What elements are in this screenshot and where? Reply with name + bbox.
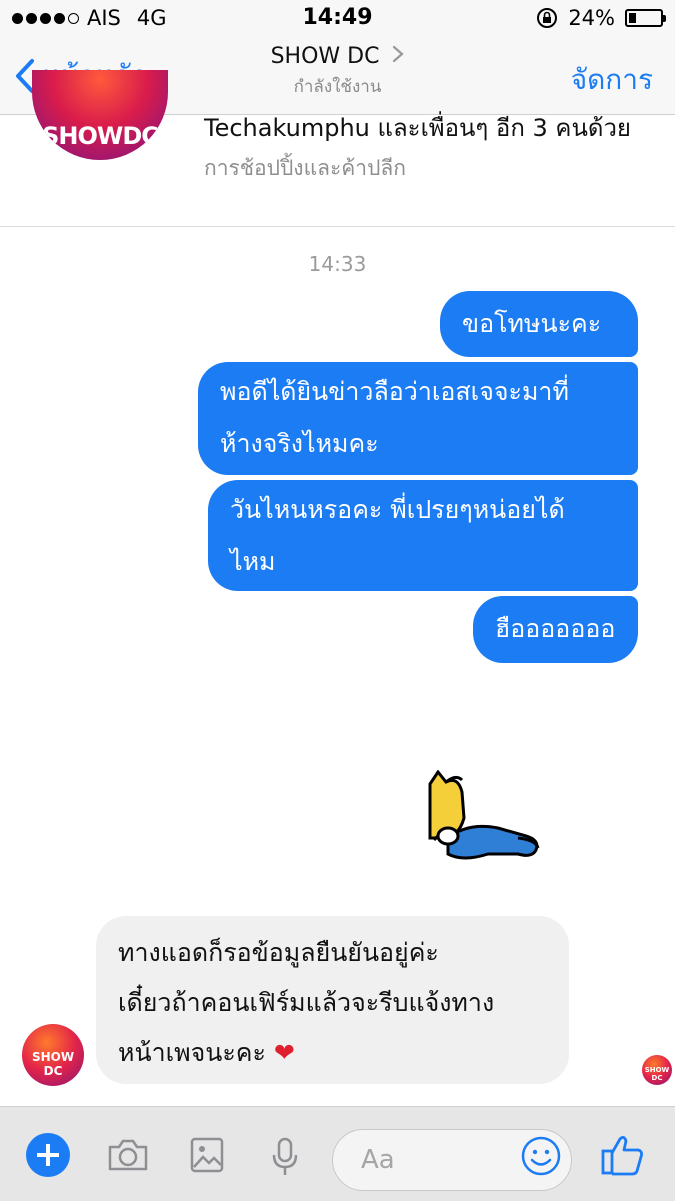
composer-bar — [0, 1106, 675, 1201]
thumbs-up-icon[interactable] — [600, 1133, 646, 1177]
camera-icon[interactable] — [106, 1137, 150, 1173]
page-logo-text: SHOWDC — [42, 122, 159, 150]
battery-percent: 24% — [568, 6, 615, 30]
outgoing-message[interactable]: ขอโทษนะคะ — [440, 291, 638, 357]
status-bar: AIS 4G 14:49 24% — [0, 0, 675, 38]
sticker-lying-character[interactable] — [428, 770, 548, 870]
outgoing-message[interactable]: วันไหนหรอคะ พี่เปรยๆหน่อยได้ ไหม — [208, 480, 638, 591]
outgoing-message[interactable]: ฮือออออออ — [473, 596, 638, 663]
message-input[interactable] — [359, 1144, 513, 1176]
battery-icon — [625, 9, 666, 27]
outgoing-message[interactable]: พอดีได้ยินข่าวลือว่าเอสเจจะมาที่ ห้างจริ… — [198, 362, 638, 475]
read-receipt-avatar: SHOW DC — [642, 1055, 672, 1085]
plus-icon[interactable] — [26, 1133, 70, 1177]
page-logo[interactable]: SHOWDC — [32, 70, 168, 160]
chevron-right-icon — [393, 45, 405, 63]
status-right: 24% — [536, 6, 666, 30]
image-icon[interactable] — [190, 1137, 224, 1173]
friends-like-text: Techakumphu และเพื่อนๆ อีก 3 คนด้วย — [204, 114, 631, 142]
manage-button[interactable]: จัดการ — [571, 58, 653, 102]
message-timestamp: 14:33 — [308, 252, 367, 276]
page-title: SHOW DC — [270, 44, 380, 69]
emoji-icon[interactable] — [520, 1135, 562, 1177]
page-category: การช้อปปิ้งและค้าปลีก — [204, 156, 407, 180]
microphone-icon[interactable] — [270, 1137, 300, 1177]
battery-level — [629, 13, 637, 23]
incoming-message[interactable]: ทางแอดก็รอข้อมูลยืนยันอยู่ค่ะ เดี๋ยวถ้าค… — [96, 916, 569, 1084]
avatar[interactable]: SHOW DC — [22, 1024, 84, 1086]
lock-rotation-icon — [537, 8, 558, 28]
heart-emoji: ❤ — [273, 1038, 295, 1067]
avatar-label: SHOW DC — [31, 1050, 75, 1078]
divider — [0, 226, 675, 227]
